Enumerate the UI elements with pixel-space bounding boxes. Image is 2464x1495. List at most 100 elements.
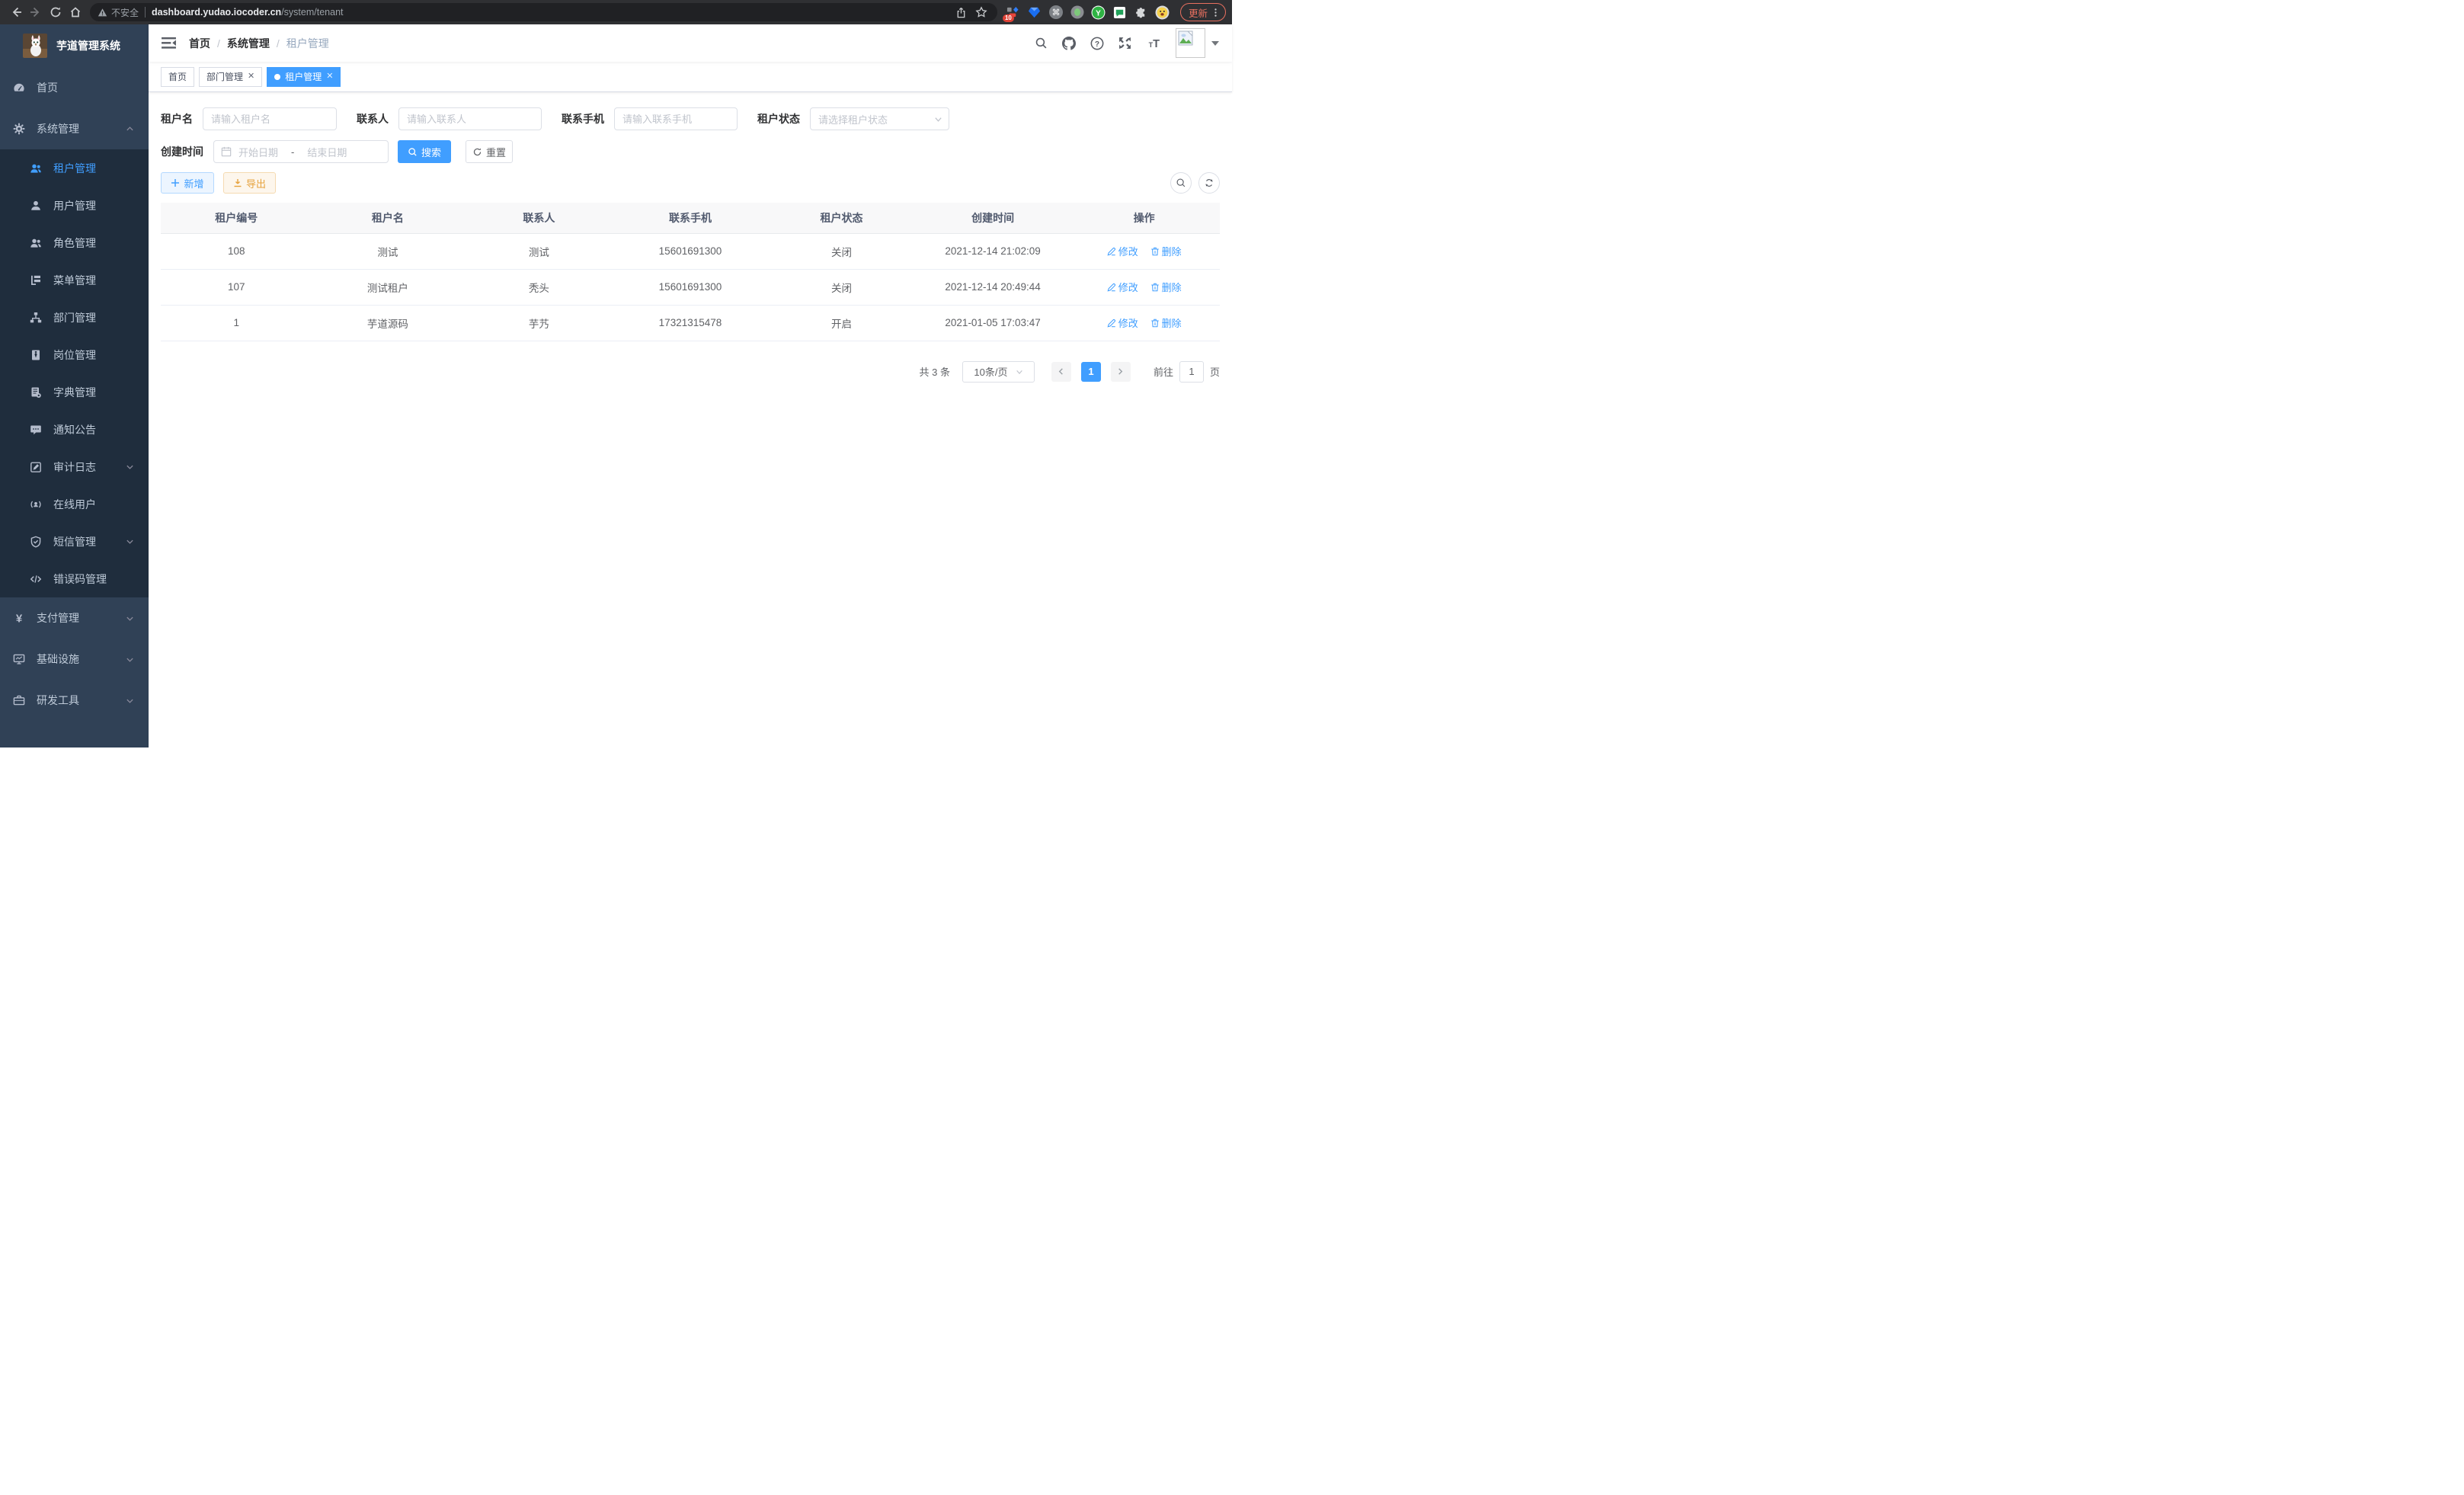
- hide-search-button[interactable]: [1170, 172, 1192, 194]
- delete-label: 删除: [1162, 280, 1182, 294]
- help-icon[interactable]: ?: [1090, 37, 1104, 50]
- delete-label: 删除: [1162, 244, 1182, 258]
- edit-icon: [1107, 247, 1116, 256]
- svg-text:?: ?: [1095, 40, 1099, 48]
- tab-home[interactable]: 首页: [161, 67, 194, 87]
- sidebar-item-audit-log[interactable]: 审计日志: [0, 448, 149, 485]
- extension-icon-command[interactable]: ⌘: [1048, 4, 1064, 21]
- create-time-label: 创建时间: [161, 144, 203, 159]
- svg-text:Y: Y: [1096, 9, 1102, 18]
- avatar[interactable]: [1176, 28, 1205, 58]
- extension-icon-blocks[interactable]: 10: [1005, 4, 1022, 21]
- github-icon[interactable]: [1062, 37, 1076, 50]
- filter-row-1: 租户名 联系人 联系手机 租户状态 请选择租户状态: [161, 107, 1220, 130]
- edit-icon: [1107, 319, 1116, 328]
- filter-status: 租户状态 请选择租户状态: [757, 107, 949, 130]
- export-button[interactable]: 导出: [223, 172, 276, 194]
- prev-page-button[interactable]: [1051, 362, 1071, 382]
- delete-link[interactable]: 删除: [1150, 280, 1182, 294]
- tab-tenant-management[interactable]: 租户管理 ✕: [267, 67, 341, 87]
- sidebar-item-post-management[interactable]: 岗位管理: [0, 336, 149, 373]
- reset-button[interactable]: 重置: [466, 140, 513, 163]
- page-size-select[interactable]: 10条/页: [962, 361, 1035, 383]
- edit-icon: [1107, 283, 1116, 292]
- extensions-puzzle-icon[interactable]: [1133, 4, 1150, 21]
- filter-row-2: 创建时间 开始日期 - 结束日期 搜索 重置: [161, 140, 1220, 163]
- sidebar-item-label: 审计日志: [53, 459, 96, 475]
- breadcrumb-item-home[interactable]: 首页: [189, 36, 210, 51]
- url-domain: dashboard.yudao.iocoder.cn: [152, 7, 281, 18]
- table-row: 108 测试 测试 15601691300 关闭 2021-12-14 21:0…: [161, 233, 1220, 269]
- share-icon[interactable]: [952, 2, 971, 22]
- refresh-button[interactable]: [1198, 172, 1220, 194]
- create-time-range-picker[interactable]: 开始日期 - 结束日期: [213, 140, 389, 163]
- extension-icon-y[interactable]: Y: [1090, 4, 1107, 21]
- sidebar-item-dict-management[interactable]: 字典管理: [0, 373, 149, 411]
- sidebar-item-notice[interactable]: 通知公告: [0, 411, 149, 448]
- mobile-input[interactable]: [614, 107, 738, 130]
- chevron-down-icon: [126, 696, 134, 705]
- tab-dept-management[interactable]: 部门管理 ✕: [199, 67, 262, 87]
- url-text[interactable]: dashboard.yudao.iocoder.cn/system/tenant: [152, 7, 952, 18]
- edit-link[interactable]: 修改: [1107, 280, 1138, 294]
- sidebar-item-system-management[interactable]: 系统管理: [0, 108, 149, 149]
- search-icon[interactable]: [1035, 37, 1048, 50]
- table-header-row: 租户编号 租户名 联系人 联系手机 租户状态 创建时间 操作: [161, 203, 1220, 233]
- extension-icon-chat[interactable]: [1112, 4, 1128, 21]
- next-page-button[interactable]: [1111, 362, 1131, 382]
- app-logo[interactable]: 芋道管理系统: [0, 24, 149, 67]
- tab-label: 租户管理: [285, 70, 322, 83]
- extension-icon-gem[interactable]: [1026, 4, 1043, 21]
- col-mobile: 联系手机: [615, 203, 766, 233]
- profile-avatar-icon[interactable]: [1154, 4, 1171, 21]
- svg-text:¥: ¥: [16, 613, 23, 625]
- fullscreen-icon[interactable]: [1118, 37, 1131, 50]
- chevron-down-icon: [126, 655, 134, 664]
- sidebar-item-dev-tools[interactable]: 研发工具: [0, 680, 149, 721]
- security-label[interactable]: 不安全: [111, 6, 139, 19]
- tree-icon: [30, 312, 42, 324]
- sidebar-toggle-icon[interactable]: [162, 37, 176, 50]
- filter-tenant-name: 租户名: [161, 107, 337, 130]
- close-icon[interactable]: ✕: [326, 72, 333, 81]
- cell-mobile: 15601691300: [615, 269, 766, 305]
- bookmark-star-icon[interactable]: [971, 2, 991, 22]
- breadcrumb-item-system[interactable]: 系统管理: [227, 36, 270, 51]
- log-icon: [30, 461, 42, 473]
- back-icon[interactable]: [6, 2, 26, 22]
- sidebar-item-menu-management[interactable]: 菜单管理: [0, 261, 149, 299]
- sidebar-item-payment-management[interactable]: ¥ 支付管理: [0, 597, 149, 639]
- calendar-icon: [221, 146, 232, 157]
- tenant-name-input[interactable]: [203, 107, 337, 130]
- user-menu[interactable]: [1176, 28, 1219, 58]
- font-size-icon[interactable]: TT: [1146, 37, 1161, 50]
- sidebar-item-user-management[interactable]: 用户管理: [0, 187, 149, 224]
- contact-input[interactable]: [398, 107, 542, 130]
- status-select[interactable]: 请选择租户状态: [810, 107, 949, 130]
- address-bar[interactable]: 不安全 dashboard.yudao.iocoder.cn/system/te…: [90, 3, 997, 21]
- delete-link[interactable]: 删除: [1150, 315, 1182, 330]
- sidebar-item-sms-management[interactable]: 短信管理: [0, 523, 149, 560]
- cell-created: 2021-12-14 21:02:09: [917, 233, 1069, 269]
- extension-icon-avatar[interactable]: [1069, 4, 1086, 21]
- search-button[interactable]: 搜索: [398, 140, 451, 163]
- close-icon[interactable]: ✕: [248, 72, 254, 81]
- chevron-down-icon: [126, 463, 134, 471]
- forward-icon[interactable]: [26, 2, 46, 22]
- edit-link[interactable]: 修改: [1107, 315, 1138, 330]
- page-number-button[interactable]: 1: [1081, 362, 1101, 382]
- sidebar-item-dept-management[interactable]: 部门管理: [0, 299, 149, 336]
- add-button[interactable]: 新增: [161, 172, 214, 194]
- goto-page-input[interactable]: [1179, 361, 1204, 383]
- delete-link[interactable]: 删除: [1150, 244, 1182, 258]
- sidebar-item-error-code-management[interactable]: 错误码管理: [0, 560, 149, 597]
- update-button[interactable]: 更新: [1180, 3, 1226, 21]
- home-icon[interactable]: [66, 2, 85, 22]
- sidebar-item-online-users[interactable]: 在线用户: [0, 485, 149, 523]
- sidebar-item-home[interactable]: 首页: [0, 67, 149, 108]
- sidebar-item-role-management[interactable]: 角色管理: [0, 224, 149, 261]
- sidebar-item-infrastructure[interactable]: 基础设施: [0, 639, 149, 680]
- edit-link[interactable]: 修改: [1107, 244, 1138, 258]
- reload-icon[interactable]: [46, 2, 66, 22]
- sidebar-item-tenant-management[interactable]: 租户管理: [0, 149, 149, 187]
